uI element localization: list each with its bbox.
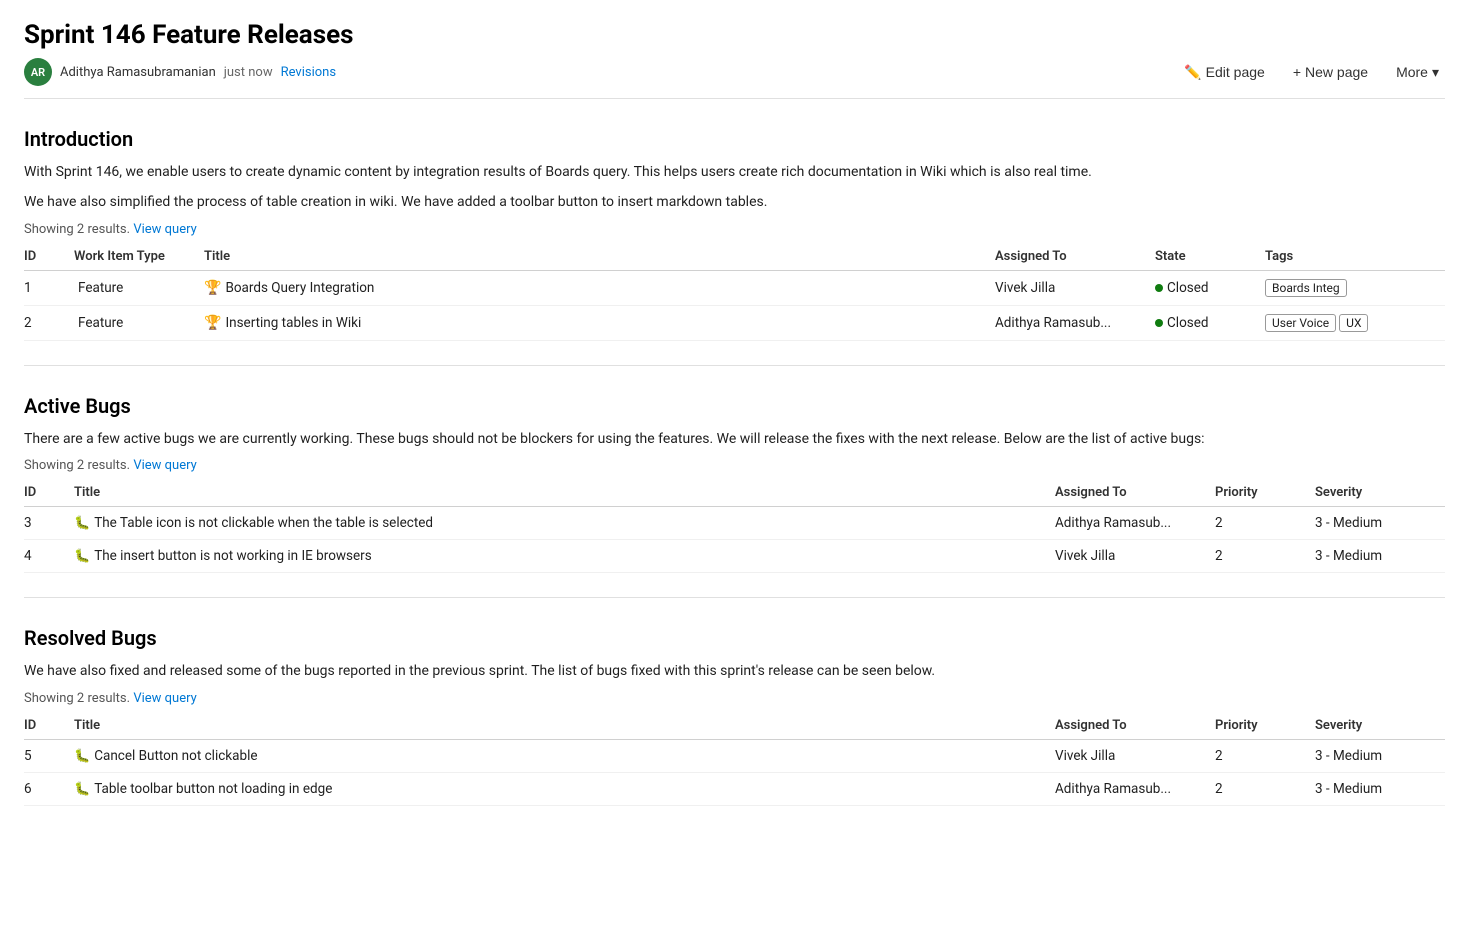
cell-title: 🐛Table toolbar button not loading in edg…: [74, 772, 1055, 805]
active-bugs-view-query[interactable]: View query: [133, 458, 196, 473]
cell-assigned: Vivek Jilla: [1055, 540, 1215, 573]
status-dot: [1155, 319, 1163, 327]
intro-col-title: Title: [204, 243, 995, 271]
rb-col-priority: Priority: [1215, 712, 1315, 740]
cell-title: 🏆Inserting tables in Wiki: [204, 305, 995, 340]
page-wrapper: Sprint 146 Feature Releases AR Adithya R…: [0, 0, 1469, 854]
avatar: AR: [24, 58, 52, 86]
more-button[interactable]: More ▾: [1390, 60, 1445, 85]
bug-icon: 🐛: [74, 782, 90, 797]
tag-badge: Boards Integ: [1265, 279, 1347, 297]
ab-col-title: Title: [74, 479, 1055, 507]
new-page-button[interactable]: + New page: [1287, 60, 1374, 84]
revisions-link[interactable]: Revisions: [281, 65, 336, 80]
table-row: 4 🐛The insert button is not working in I…: [24, 540, 1445, 573]
cell-title: 🏆Boards Query Integration: [204, 270, 995, 305]
rb-col-title: Title: [74, 712, 1055, 740]
intro-col-state: State: [1155, 243, 1265, 271]
resolved-bugs-heading: Resolved Bugs: [24, 626, 1445, 650]
intro-col-tags: Tags: [1265, 243, 1445, 271]
intro-col-id: ID: [24, 243, 74, 271]
pencil-icon: ✏️: [1184, 64, 1201, 81]
tag-badge: UX: [1339, 314, 1368, 332]
cell-state: Closed: [1155, 270, 1265, 305]
cell-assigned: Adithya Ramasub...: [1055, 772, 1215, 805]
meta-time: just now: [224, 65, 273, 80]
meta-author: Adithya Ramasubramanian: [60, 65, 216, 80]
cell-title: 🐛The Table icon is not clickable when th…: [74, 507, 1055, 540]
meta-bar: AR Adithya Ramasubramanian just now Revi…: [24, 58, 1445, 99]
table-row: 5 🐛Cancel Button not clickable Vivek Jil…: [24, 739, 1445, 772]
cell-id: 4: [24, 540, 74, 573]
cell-type: Feature: [74, 305, 204, 340]
bug-icon: 🐛: [74, 516, 90, 531]
cell-severity: 3 - Medium: [1315, 739, 1445, 772]
table-row: 1 Feature 🏆Boards Query Integration Vive…: [24, 270, 1445, 305]
table-row: 6 🐛Table toolbar button not loading in e…: [24, 772, 1445, 805]
cell-id: 5: [24, 739, 74, 772]
cell-assigned: Vivek Jilla: [1055, 739, 1215, 772]
ab-col-priority: Priority: [1215, 479, 1315, 507]
table-row: 3 🐛The Table icon is not clickable when …: [24, 507, 1445, 540]
introduction-showing: Showing 2 results. View query: [24, 222, 1445, 237]
cell-title: 🐛The insert button is not working in IE …: [74, 540, 1055, 573]
introduction-view-query[interactable]: View query: [133, 222, 196, 237]
plus-icon: +: [1293, 64, 1301, 80]
resolved-bugs-table: ID Title Assigned To Priority Severity 5…: [24, 712, 1445, 806]
resolved-bugs-view-query[interactable]: View query: [133, 691, 196, 706]
cell-severity: 3 - Medium: [1315, 540, 1445, 573]
cell-id: 2: [24, 305, 74, 340]
introduction-para2: We have also simplified the process of t…: [24, 191, 1445, 213]
divider-1: [24, 365, 1445, 366]
intro-col-type: Work Item Type: [74, 243, 204, 271]
cell-id: 3: [24, 507, 74, 540]
bug-icon: 🐛: [74, 549, 90, 564]
trophy-icon: 🏆: [204, 315, 221, 331]
cell-tags: User VoiceUX: [1265, 305, 1445, 340]
resolved-bugs-showing: Showing 2 results. View query: [24, 691, 1445, 706]
cell-assigned: Adithya Ramasub...: [995, 305, 1155, 340]
introduction-table: ID Work Item Type Title Assigned To Stat…: [24, 243, 1445, 341]
cell-priority: 2: [1215, 507, 1315, 540]
toolbar-right: ✏️ Edit page + New page More ▾: [1178, 60, 1445, 85]
divider-2: [24, 597, 1445, 598]
ab-col-id: ID: [24, 479, 74, 507]
cell-severity: 3 - Medium: [1315, 772, 1445, 805]
cell-state: Closed: [1155, 305, 1265, 340]
cell-type: Feature: [74, 270, 204, 305]
page-title: Sprint 146 Feature Releases: [24, 20, 1445, 50]
rb-col-id: ID: [24, 712, 74, 740]
cell-severity: 3 - Medium: [1315, 507, 1445, 540]
edit-page-button[interactable]: ✏️ Edit page: [1178, 60, 1271, 85]
resolved-bugs-para1: We have also fixed and released some of …: [24, 660, 1445, 682]
ab-col-severity: Severity: [1315, 479, 1445, 507]
active-bugs-para1: There are a few active bugs we are curre…: [24, 428, 1445, 450]
introduction-heading: Introduction: [24, 127, 1445, 151]
rb-col-severity: Severity: [1315, 712, 1445, 740]
cell-id: 1: [24, 270, 74, 305]
cell-assigned: Adithya Ramasub...: [1055, 507, 1215, 540]
cell-priority: 2: [1215, 739, 1315, 772]
active-bugs-heading: Active Bugs: [24, 394, 1445, 418]
active-bugs-showing: Showing 2 results. View query: [24, 458, 1445, 473]
cell-tags: Boards Integ: [1265, 270, 1445, 305]
bug-icon: 🐛: [74, 749, 90, 764]
ab-col-assigned: Assigned To: [1055, 479, 1215, 507]
introduction-para1: With Sprint 146, we enable users to crea…: [24, 161, 1445, 183]
cell-assigned: Vivek Jilla: [995, 270, 1155, 305]
cell-title: 🐛Cancel Button not clickable: [74, 739, 1055, 772]
intro-col-assigned: Assigned To: [995, 243, 1155, 271]
trophy-icon: 🏆: [204, 280, 221, 296]
cell-priority: 2: [1215, 540, 1315, 573]
chevron-down-icon: ▾: [1432, 64, 1439, 81]
table-row: 2 Feature 🏆Inserting tables in Wiki Adit…: [24, 305, 1445, 340]
rb-col-assigned: Assigned To: [1055, 712, 1215, 740]
active-bugs-table: ID Title Assigned To Priority Severity 3…: [24, 479, 1445, 573]
cell-priority: 2: [1215, 772, 1315, 805]
cell-id: 6: [24, 772, 74, 805]
status-dot: [1155, 284, 1163, 292]
tag-badge: User Voice: [1265, 314, 1336, 332]
